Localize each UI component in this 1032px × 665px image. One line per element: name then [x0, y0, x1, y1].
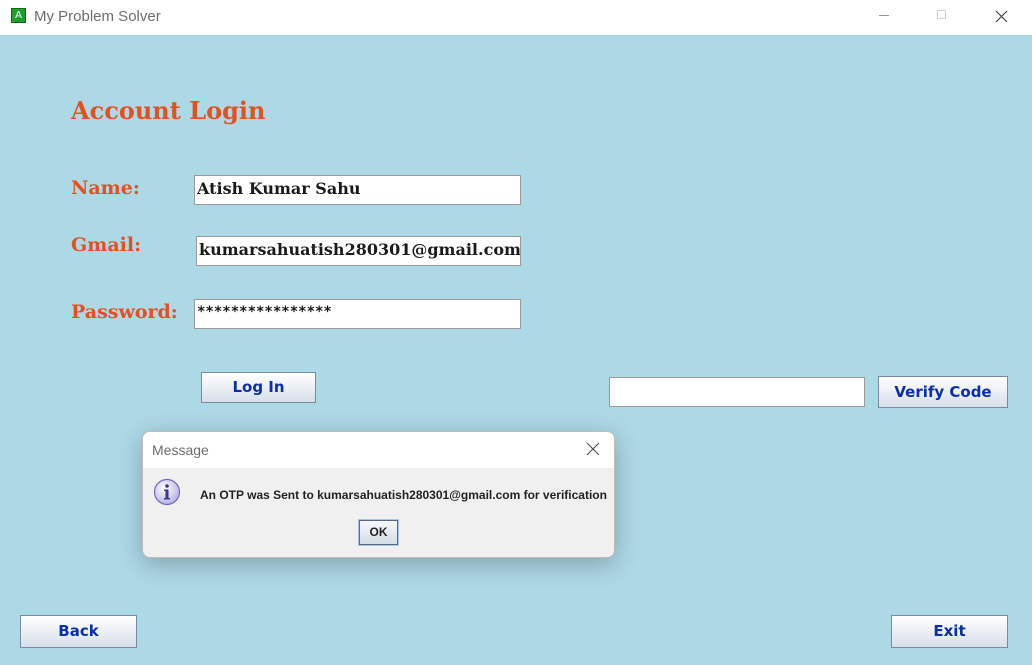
- gmail-field[interactable]: kumarsahuatish280301@gmail.com: [196, 236, 521, 266]
- name-field[interactable]: Atish Kumar Sahu: [194, 175, 521, 205]
- info-icon: [153, 478, 181, 506]
- close-button[interactable]: [978, 0, 1024, 35]
- dialog-title: Message: [152, 442, 209, 458]
- app-icon: A: [11, 8, 26, 23]
- dialog-message: An OTP was Sent to kumarsahuatish280301@…: [200, 488, 607, 502]
- name-label: Name:: [71, 177, 140, 199]
- dialog-title-bar: Message: [143, 432, 614, 468]
- login-button[interactable]: Log In: [201, 372, 316, 403]
- password-label: Password:: [71, 301, 178, 323]
- ok-button[interactable]: OK: [358, 519, 399, 546]
- maximize-button[interactable]: [919, 0, 965, 35]
- dialog-close-icon[interactable]: [586, 442, 600, 456]
- gmail-label: Gmail:: [71, 234, 142, 256]
- verification-code-input[interactable]: [609, 377, 865, 407]
- close-icon: [995, 10, 1008, 23]
- title-bar: A My Problem Solver: [0, 0, 1032, 35]
- minimize-button[interactable]: [861, 0, 907, 35]
- maximize-icon: [937, 10, 946, 19]
- exit-button[interactable]: Exit: [891, 615, 1008, 648]
- back-button[interactable]: Back: [20, 615, 137, 648]
- password-field[interactable]: ****************: [194, 299, 521, 329]
- minimize-icon: [879, 15, 889, 16]
- page-title: Account Login: [71, 96, 266, 125]
- window-title: My Problem Solver: [34, 8, 161, 25]
- verify-code-button[interactable]: Verify Code: [878, 376, 1008, 408]
- message-dialog: Message An OTP was Sent to kumarsahuatis…: [142, 431, 615, 558]
